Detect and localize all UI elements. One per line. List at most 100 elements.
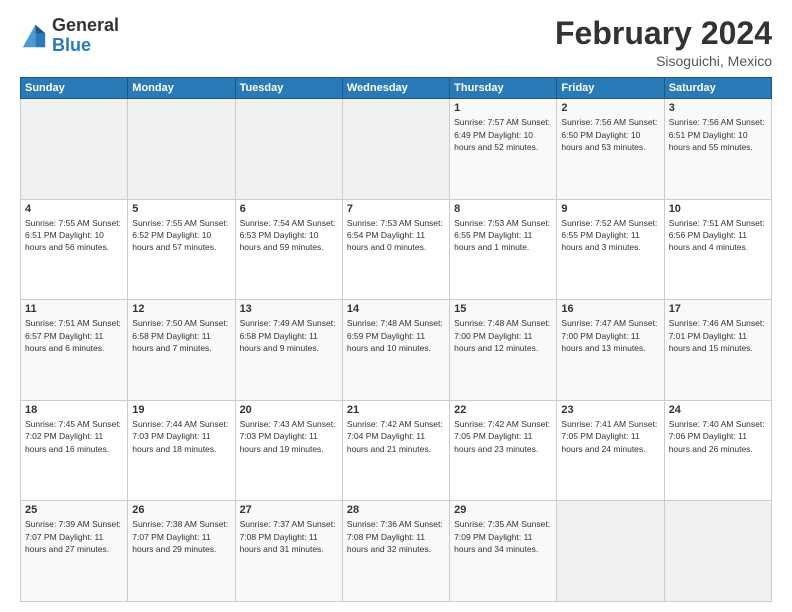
day-detail: Sunrise: 7:39 AM Sunset: 7:07 PM Dayligh…	[25, 518, 123, 555]
day-number: 22	[454, 404, 552, 416]
day-number: 24	[669, 404, 767, 416]
calendar-cell	[557, 501, 664, 602]
calendar-cell: 2 Sunrise: 7:56 AM Sunset: 6:50 PM Daylig…	[557, 99, 664, 200]
sub-title: Sisoguichi, Mexico	[555, 53, 772, 69]
weekday-header-tuesday: Tuesday	[235, 78, 342, 99]
day-number: 1	[454, 102, 552, 114]
day-number: 10	[669, 203, 767, 215]
calendar-cell: 14 Sunrise: 7:48 AM Sunset: 6:59 PM Dayli…	[342, 300, 449, 401]
day-number: 13	[240, 303, 338, 315]
calendar-cell: 20Sunrise: 7:43 AM Sunset: 7:03 PM Dayli…	[235, 400, 342, 501]
day-number: 11	[25, 303, 123, 315]
weekday-header-monday: Monday	[128, 78, 235, 99]
day-detail: Sunrise: 7:46 AM Sunset: 7:01 PM Dayligh…	[669, 317, 767, 354]
day-number: 2	[561, 102, 659, 114]
day-detail: Sunrise: 7:42 AM Sunset: 7:05 PM Dayligh…	[454, 418, 552, 455]
calendar-week-row: 18 Sunrise: 7:45 AM Sunset: 7:02 PM Dayli…	[21, 400, 772, 501]
day-detail: Sunrise: 7:38 AM Sunset: 7:07 PM Dayligh…	[132, 518, 230, 555]
calendar-week-row: 11 Sunrise: 7:51 AM Sunset: 6:57 PM Dayli…	[21, 300, 772, 401]
day-number: 6	[240, 203, 338, 215]
calendar-cell: 28Sunrise: 7:36 AM Sunset: 7:08 PM Dayli…	[342, 501, 449, 602]
day-number: 4	[25, 203, 123, 215]
day-detail: Sunrise: 7:55 AM Sunset: 6:52 PM Dayligh…	[132, 217, 230, 254]
day-number: 14	[347, 303, 445, 315]
calendar-cell: 5 Sunrise: 7:55 AM Sunset: 6:52 PM Daylig…	[128, 199, 235, 300]
calendar-table: SundayMondayTuesdayWednesdayThursdayFrid…	[20, 77, 772, 602]
calendar-cell: 11 Sunrise: 7:51 AM Sunset: 6:57 PM Dayli…	[21, 300, 128, 401]
calendar-cell: 8Sunrise: 7:53 AM Sunset: 6:55 PM Daylig…	[450, 199, 557, 300]
day-detail: Sunrise: 7:51 AM Sunset: 6:56 PM Dayligh…	[669, 217, 767, 254]
logo: General Blue	[20, 16, 119, 56]
day-detail: Sunrise: 7:45 AM Sunset: 7:02 PM Dayligh…	[25, 418, 123, 455]
day-detail: Sunrise: 7:49 AM Sunset: 6:58 PM Dayligh…	[240, 317, 338, 354]
day-number: 9	[561, 203, 659, 215]
day-number: 16	[561, 303, 659, 315]
day-number: 27	[240, 504, 338, 516]
day-detail: Sunrise: 7:43 AM Sunset: 7:03 PM Dayligh…	[240, 418, 338, 455]
day-detail: Sunrise: 7:47 AM Sunset: 7:00 PM Dayligh…	[561, 317, 659, 354]
day-number: 23	[561, 404, 659, 416]
day-number: 12	[132, 303, 230, 315]
day-detail: Sunrise: 7:54 AM Sunset: 6:53 PM Dayligh…	[240, 217, 338, 254]
calendar-cell: 22 Sunrise: 7:42 AM Sunset: 7:05 PM Dayli…	[450, 400, 557, 501]
day-number: 5	[132, 203, 230, 215]
weekday-header-thursday: Thursday	[450, 78, 557, 99]
calendar-week-row: 25Sunrise: 7:39 AM Sunset: 7:07 PM Dayli…	[21, 501, 772, 602]
calendar-cell: 15 Sunrise: 7:48 AM Sunset: 7:00 PM Dayli…	[450, 300, 557, 401]
day-detail: Sunrise: 7:40 AM Sunset: 7:06 PM Dayligh…	[669, 418, 767, 455]
weekday-header-sunday: Sunday	[21, 78, 128, 99]
day-number: 28	[347, 504, 445, 516]
calendar-cell	[128, 99, 235, 200]
day-detail: Sunrise: 7:48 AM Sunset: 6:59 PM Dayligh…	[347, 317, 445, 354]
day-number: 7	[347, 203, 445, 215]
day-number: 19	[132, 404, 230, 416]
day-detail: Sunrise: 7:37 AM Sunset: 7:08 PM Dayligh…	[240, 518, 338, 555]
calendar-cell: 9 Sunrise: 7:52 AM Sunset: 6:55 PM Daylig…	[557, 199, 664, 300]
day-detail: Sunrise: 7:57 AM Sunset: 6:49 PM Dayligh…	[454, 116, 552, 153]
calendar-cell: 27 Sunrise: 7:37 AM Sunset: 7:08 PM Dayli…	[235, 501, 342, 602]
calendar-week-row: 4 Sunrise: 7:55 AM Sunset: 6:51 PM Daylig…	[21, 199, 772, 300]
day-detail: Sunrise: 7:56 AM Sunset: 6:50 PM Dayligh…	[561, 116, 659, 153]
day-detail: Sunrise: 7:42 AM Sunset: 7:04 PM Dayligh…	[347, 418, 445, 455]
calendar-cell	[664, 501, 771, 602]
calendar-cell: 4 Sunrise: 7:55 AM Sunset: 6:51 PM Daylig…	[21, 199, 128, 300]
day-number: 29	[454, 504, 552, 516]
calendar-cell	[21, 99, 128, 200]
calendar-cell: 17 Sunrise: 7:46 AM Sunset: 7:01 PM Dayli…	[664, 300, 771, 401]
calendar-cell: 29Sunrise: 7:35 AM Sunset: 7:09 PM Dayli…	[450, 501, 557, 602]
calendar-week-row: 1 Sunrise: 7:57 AM Sunset: 6:49 PM Daylig…	[21, 99, 772, 200]
calendar-cell: 16 Sunrise: 7:47 AM Sunset: 7:00 PM Dayli…	[557, 300, 664, 401]
day-number: 21	[347, 404, 445, 416]
day-detail: Sunrise: 7:41 AM Sunset: 7:05 PM Dayligh…	[561, 418, 659, 455]
calendar-cell: 18 Sunrise: 7:45 AM Sunset: 7:02 PM Dayli…	[21, 400, 128, 501]
calendar-cell: 12 Sunrise: 7:50 AM Sunset: 6:58 PM Dayli…	[128, 300, 235, 401]
day-detail: Sunrise: 7:52 AM Sunset: 6:55 PM Dayligh…	[561, 217, 659, 254]
title-block: February 2024 Sisoguichi, Mexico	[555, 16, 772, 69]
day-number: 26	[132, 504, 230, 516]
day-detail: Sunrise: 7:50 AM Sunset: 6:58 PM Dayligh…	[132, 317, 230, 354]
day-detail: Sunrise: 7:55 AM Sunset: 6:51 PM Dayligh…	[25, 217, 123, 254]
calendar-cell: 13 Sunrise: 7:49 AM Sunset: 6:58 PM Dayli…	[235, 300, 342, 401]
day-number: 17	[669, 303, 767, 315]
page: General Blue February 2024 Sisoguichi, M…	[0, 0, 792, 612]
calendar-cell: 21 Sunrise: 7:42 AM Sunset: 7:04 PM Dayli…	[342, 400, 449, 501]
calendar-cell: 23 Sunrise: 7:41 AM Sunset: 7:05 PM Dayli…	[557, 400, 664, 501]
logo-icon	[20, 22, 48, 50]
day-number: 3	[669, 102, 767, 114]
calendar-cell	[342, 99, 449, 200]
calendar-cell: 1 Sunrise: 7:57 AM Sunset: 6:49 PM Daylig…	[450, 99, 557, 200]
day-number: 18	[25, 404, 123, 416]
weekday-header-saturday: Saturday	[664, 78, 771, 99]
logo-line1: General	[52, 16, 119, 36]
calendar-cell: 19Sunrise: 7:44 AM Sunset: 7:03 PM Dayli…	[128, 400, 235, 501]
calendar-cell: 26 Sunrise: 7:38 AM Sunset: 7:07 PM Dayli…	[128, 501, 235, 602]
day-detail: Sunrise: 7:53 AM Sunset: 6:54 PM Dayligh…	[347, 217, 445, 254]
logo-line2: Blue	[52, 36, 119, 56]
day-detail: Sunrise: 7:48 AM Sunset: 7:00 PM Dayligh…	[454, 317, 552, 354]
calendar-cell	[235, 99, 342, 200]
calendar-cell: 3Sunrise: 7:56 AM Sunset: 6:51 PM Daylig…	[664, 99, 771, 200]
main-title: February 2024	[555, 16, 772, 51]
day-detail: Sunrise: 7:51 AM Sunset: 6:57 PM Dayligh…	[25, 317, 123, 354]
header: General Blue February 2024 Sisoguichi, M…	[20, 16, 772, 69]
day-number: 15	[454, 303, 552, 315]
